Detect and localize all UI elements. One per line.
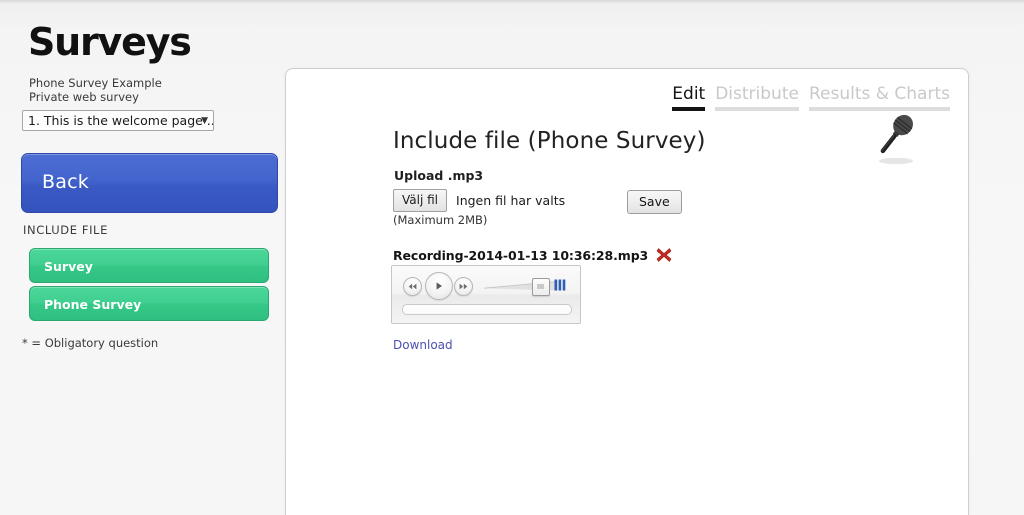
tab-results-charts-label: Results & Charts <box>808 84 950 104</box>
page-title: Surveys <box>28 20 192 64</box>
volume-bars-icon[interactable] <box>553 278 567 293</box>
back-button[interactable]: Back <box>21 153 278 213</box>
sidebar-item-phone-survey[interactable]: Phone Survey <box>29 286 269 321</box>
microphone-icon <box>868 111 926 169</box>
tab-distribute-underline <box>715 107 799 111</box>
download-link[interactable]: Download <box>393 338 453 352</box>
sidebar: Surveys Phone Survey Example Private web… <box>0 0 285 515</box>
tab-results-charts[interactable]: Results & Charts <box>808 84 950 114</box>
sidebar-item-survey[interactable]: Survey <box>29 248 269 283</box>
tab-edit-label: Edit <box>672 84 706 104</box>
playback-progress-bar[interactable] <box>402 304 572 315</box>
sidebar-section-label: INCLUDE FILE <box>23 223 108 237</box>
content-panel: Edit Distribute Results & Charts Include… <box>285 68 969 515</box>
tab-edit[interactable]: Edit <box>672 84 706 114</box>
content-heading: Include file (Phone Survey) <box>393 128 706 154</box>
tab-bar: Edit Distribute Results & Charts <box>672 84 950 114</box>
tab-distribute-label: Distribute <box>715 84 799 104</box>
red-x-delete-icon[interactable] <box>656 247 672 263</box>
page-select-wrapper: 1. This is the welcome page ... ▼ <box>22 110 214 131</box>
survey-meta: Phone Survey Example Private web survey <box>29 76 162 104</box>
tab-distribute[interactable]: Distribute <box>715 84 799 114</box>
recording-row: Recording-2014-01-13 10:36:28.mp3 <box>393 247 672 263</box>
rewind-icon[interactable] <box>403 277 422 296</box>
app-root: Surveys Phone Survey Example Private web… <box>0 0 1024 515</box>
chevron-down-icon: ▼ <box>201 116 208 126</box>
tab-edit-underline <box>672 107 706 111</box>
audio-player[interactable] <box>391 265 581 324</box>
choose-file-button[interactable]: Välj fil <box>393 189 448 212</box>
volume-slider-handle[interactable] <box>532 278 550 296</box>
page-select-value: 1. This is the welcome page ... <box>28 113 214 128</box>
file-status-text: Ingen fil har valts <box>456 193 566 208</box>
fast-forward-icon[interactable] <box>454 277 473 296</box>
survey-name: Phone Survey Example <box>29 76 162 90</box>
file-input-row: Välj fil Ingen fil har valts <box>393 189 565 212</box>
save-button[interactable]: Save <box>627 190 682 214</box>
play-icon[interactable] <box>425 272 453 300</box>
survey-type: Private web survey <box>29 89 139 104</box>
obligatory-question-note: * = Obligatory question <box>22 336 159 350</box>
page-select[interactable]: 1. This is the welcome page ... ▼ <box>22 110 214 131</box>
max-size-note: (Maximum 2MB) <box>393 213 488 227</box>
recording-filename: Recording-2014-01-13 10:36:28.mp3 <box>393 247 649 263</box>
upload-label: Upload .mp3 <box>394 168 484 183</box>
